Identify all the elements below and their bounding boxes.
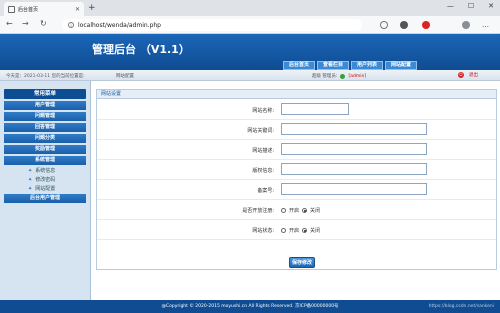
window-close-icon[interactable]: ✕ [488,2,494,10]
date-text: 今天是：2021-03-11 您的当前位置是: [6,74,85,79]
sidebar-item-answers[interactable]: 回答管理 [4,123,86,132]
status-on-radio[interactable] [281,228,286,233]
page-icon [8,5,15,13]
tab-title: 后台首页 [18,6,39,13]
address-bar: ← → ↻ i localhost/wenda/admin.php … [0,16,500,34]
register-off-radio[interactable] [302,208,308,213]
back-icon[interactable]: ← [6,19,13,28]
status-radio-group: 开启 关闭 [281,227,320,234]
register-on-label: 开启 [289,208,300,214]
icp-label: 备案号: [257,188,274,194]
form-row-site-name: 网站名称: [97,100,496,120]
register-on-radio[interactable] [281,208,286,213]
favorites-icon[interactable] [380,21,388,29]
site-name-label: 网站名称: [252,108,274,114]
description-input[interactable] [281,143,427,155]
sidebar: 常用菜单 用户管理 问题管理 回答管理 问题分类 奖励管理 系统管理 ✦ 系统信… [0,81,91,300]
forward-icon[interactable]: → [22,19,29,28]
form-row-keywords: 网站关键词: [97,120,496,140]
extension-icon[interactable] [400,21,408,29]
logout-link[interactable]: 退出 [469,72,478,78]
sidebar-subitem-label: 系统信息 [35,168,56,174]
sidebar-header: 常用菜单 [4,89,86,99]
sidebar-item-categories[interactable]: 问题分类 [4,134,86,143]
register-label: 是否开放注册: [242,208,274,214]
form-row-status: 网站状态: 开启 关闭 [97,220,496,240]
sidebar-item-rewards[interactable]: 奖励管理 [4,145,86,154]
sidebar-subitem-password[interactable]: ✦ 修改密码 [28,176,90,185]
user-icon [340,73,346,79]
form-row-icp: 备案号: [97,180,496,200]
save-button[interactable]: 保存修改 [289,257,315,268]
register-radio-group: 开启 关闭 [281,207,320,214]
sidebar-item-questions[interactable]: 问题管理 [4,112,86,121]
sidebar-subitem-label: 修改密码 [35,177,56,183]
bullet-icon: ✦ [28,186,33,192]
site-name-input[interactable] [281,103,349,115]
maximize-icon[interactable]: ☐ [468,2,474,10]
sidebar-item-admin-users[interactable]: 后台用户管理 [4,194,86,203]
nav-tab-users[interactable]: 用户列表 [351,61,383,70]
keywords-label: 网站关键词: [247,128,274,134]
window-controls: — ☐ ✕ [447,2,494,10]
status-on-label: 开启 [289,228,300,234]
user-info: 超级 管理员: [admin] [312,73,366,79]
footer: @Copyright © 2020-2015 moyushi.cn All Ri… [0,300,500,313]
settings-panel: 网站设置 网站名称: 网站关键词: 网站描述: 版权信息: 备案号: 是否开放注… [96,89,497,270]
adblock-icon[interactable] [422,21,430,29]
new-tab-icon[interactable]: + [88,3,96,13]
role-label: 超级 管理员: [312,74,338,79]
current-location: 网站配置 [116,74,134,79]
copyright-text: @Copyright © 2020-2015 moyushi.cn All Ri… [161,304,339,309]
refresh-icon[interactable]: ↻ [40,19,47,28]
sidebar-item-system[interactable]: 系统管理 [4,156,86,165]
page-title: 管理后台 （V1.1） [92,43,190,56]
form-row-copyright: 版权信息: [97,160,496,180]
bullet-icon: ✦ [28,168,33,174]
power-icon[interactable]: ⏻ [458,72,464,78]
status-strip: 今天是：2021-03-11 您的当前位置是: 网站配置 超级 管理员: [ad… [0,70,500,81]
logout-area[interactable]: ⏻ 退出 [458,72,478,78]
status-off-label: 关闭 [310,228,321,234]
info-icon[interactable]: i [68,22,74,28]
profile-icon[interactable] [462,21,470,29]
watermark-text: https://blog.csdn.net/sankeni [428,304,494,309]
status-label: 网站状态: [252,228,274,234]
copyright-label: 版权信息: [252,168,274,174]
app-header [0,34,500,70]
copyright-input[interactable] [281,163,427,175]
close-icon[interactable]: ✕ [75,6,80,13]
nav-tab-config[interactable]: 网站配置 [385,61,417,70]
sidebar-item-users[interactable]: 用户管理 [4,101,86,110]
form-row-register: 是否开放注册: 开启 关闭 [97,200,496,220]
top-nav: 后台首页 查看栏目 用户列表 网站配置 [283,61,417,70]
sidebar-subitem-siteconfig[interactable]: ✦ 网站配置 [28,185,90,194]
nav-tab-home[interactable]: 后台首页 [283,61,315,70]
browser-tab-bar: 后台首页 ✕ + — ☐ ✕ [0,0,500,16]
username: [admin] [348,73,367,79]
main-content: 网站设置 网站名称: 网站关键词: 网站描述: 版权信息: 备案号: 是否开放注… [92,81,500,300]
bullet-icon: ✦ [28,177,33,183]
minimize-icon[interactable]: — [447,2,454,10]
nav-tab-columns[interactable]: 查看栏目 [317,61,349,70]
form-row-description: 网站描述: [97,140,496,160]
register-off-label: 关闭 [310,208,321,214]
panel-title: 网站设置 [97,90,496,99]
icp-input[interactable] [281,183,427,195]
url-text: localhost/wenda/admin.php [78,21,161,29]
sidebar-subitem-label: 网站配置 [35,186,56,192]
sidebar-subitem-sysinfo[interactable]: ✦ 系统信息 [28,167,90,176]
url-field[interactable]: i localhost/wenda/admin.php [62,19,362,31]
description-label: 网站描述: [252,148,274,154]
menu-icon[interactable]: … [482,21,489,29]
browser-tab[interactable]: 后台首页 ✕ [4,2,84,16]
status-off-radio[interactable] [302,228,308,233]
keywords-input[interactable] [281,123,427,135]
